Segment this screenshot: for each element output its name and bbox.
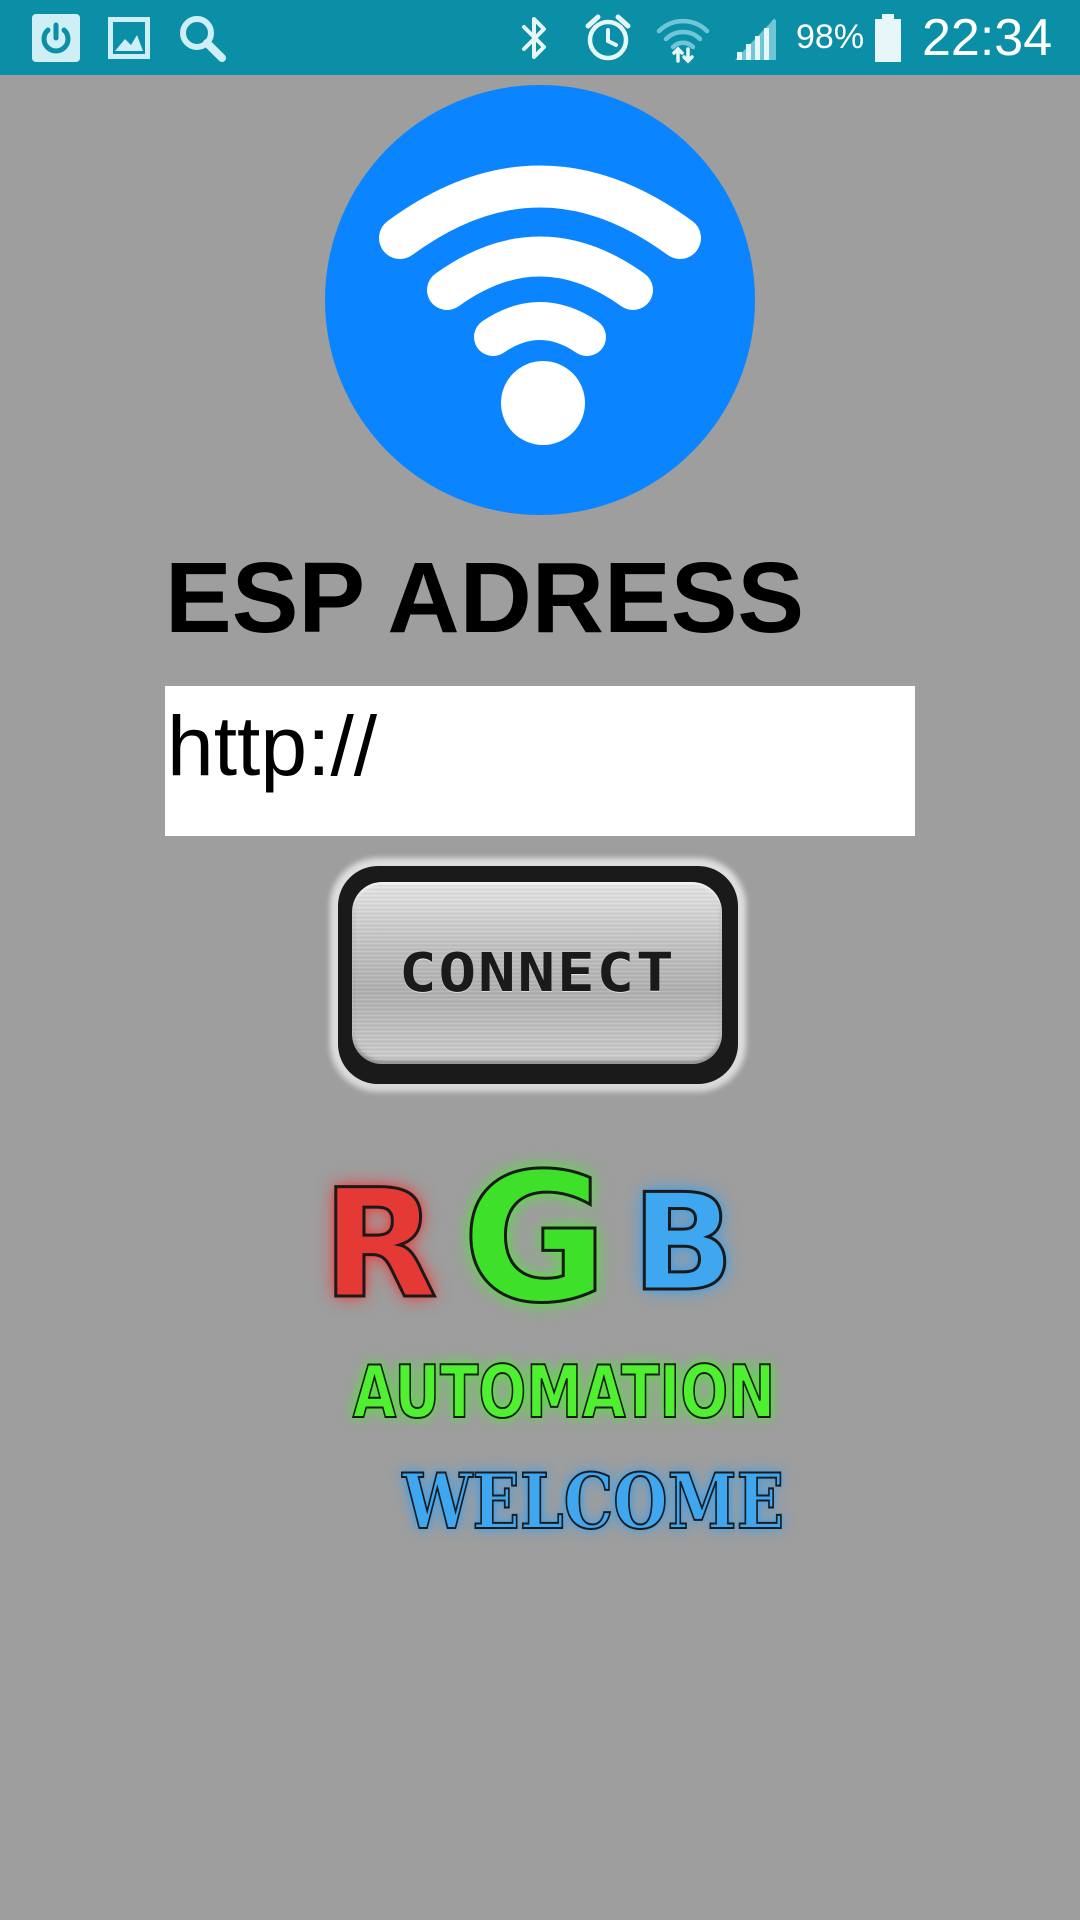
wifi-signal-icon <box>654 0 712 75</box>
status-bar: 98% 22:34 <box>0 0 1080 75</box>
wifi-icon <box>325 85 755 515</box>
cell-signal-icon <box>730 0 780 75</box>
welcome-text: WELCOME <box>402 1457 785 1546</box>
rgb-letter-b: B <box>630 1165 735 1321</box>
automation-title: AUTOMATION <box>352 1350 776 1434</box>
battery-percent: 98% <box>796 18 865 56</box>
connect-button[interactable]: CONNECT <box>338 866 738 1084</box>
bluetooth-icon <box>512 0 556 75</box>
wifi-logo <box>325 85 755 515</box>
rgb-letter-r: R <box>321 1158 440 1332</box>
gallery-icon <box>104 0 154 75</box>
connect-button-label: CONNECT <box>398 942 676 1004</box>
address-input[interactable]: http:// <box>165 686 915 836</box>
rgb-logo: R G B <box>300 1135 800 1342</box>
rgb-letter-g: G <box>460 1135 609 1342</box>
alarm-icon <box>580 0 636 75</box>
power-icon <box>30 0 82 75</box>
connect-button-face: CONNECT <box>352 882 722 1064</box>
search-icon <box>174 0 230 75</box>
address-input-value: http:// <box>167 699 378 793</box>
battery-icon <box>872 0 904 75</box>
clock: 22:34 <box>922 8 1053 67</box>
address-label: ESP ADRESS <box>165 542 805 654</box>
